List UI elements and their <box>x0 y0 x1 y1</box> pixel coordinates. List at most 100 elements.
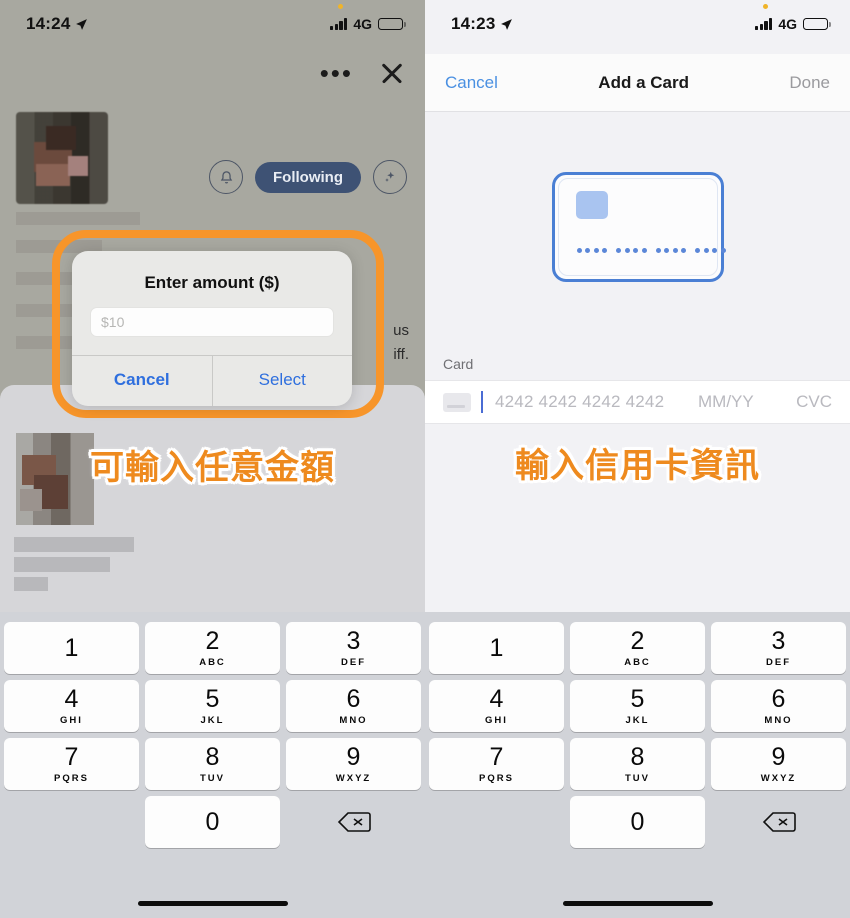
amount-input[interactable]: $10 <box>90 307 334 337</box>
key-letters: WXYZ <box>760 772 797 784</box>
backspace-icon[interactable] <box>711 796 846 848</box>
key-digit: 3 <box>346 626 361 655</box>
card-chip-icon <box>575 191 608 219</box>
key-1[interactable]: 1 <box>429 622 564 674</box>
key-digit: 8 <box>205 742 220 771</box>
signal-bars-icon <box>329 18 348 30</box>
key-5[interactable]: 5 JKL <box>145 680 280 732</box>
cancel-button[interactable]: Cancel <box>445 73 498 93</box>
numeric-keypad-right: 1 2 ABC 3 DEF 4 GHI 5 JKL 6 MNO 7 PQRS 8… <box>425 612 850 918</box>
status-bar-right-group: 4G <box>329 16 406 32</box>
key-digit: 8 <box>630 742 645 771</box>
left-phone-screen: 14:24 4G ••• us iff. Following Enter amo… <box>0 0 425 918</box>
key-2[interactable]: 2 ABC <box>145 622 280 674</box>
key-3[interactable]: 3 DEF <box>711 622 846 674</box>
keypad-row: 7 PQRS 8 TUV 9 WXYZ <box>4 738 421 790</box>
key-9[interactable]: 9 WXYZ <box>286 738 421 790</box>
blurred-text-line <box>14 537 134 552</box>
key-digit: 7 <box>64 742 79 771</box>
key-4[interactable]: 4 GHI <box>429 680 564 732</box>
card-cvc-input[interactable]: CVC <box>788 392 832 412</box>
keypad-row: 0 <box>429 796 846 848</box>
network-type-label: 4G <box>778 16 797 32</box>
key-digit: 0 <box>205 807 220 836</box>
backspace-glyph <box>337 810 371 834</box>
annotation-caption: 可輸入任意金額 <box>90 448 335 488</box>
key-digit: 7 <box>489 742 504 771</box>
keypad-row: 1 2 ABC 3 DEF <box>4 622 421 674</box>
key-digit: 5 <box>630 684 645 713</box>
done-button[interactable]: Done <box>789 73 830 93</box>
blurred-text-line <box>14 557 110 572</box>
profile-action-row: Following <box>209 160 407 194</box>
key-5[interactable]: 5 JKL <box>570 680 705 732</box>
signal-bars-icon <box>754 18 773 30</box>
key-3[interactable]: 3 DEF <box>286 622 421 674</box>
card-number-dots <box>576 248 726 253</box>
card-input-row[interactable]: 4242 4242 4242 4242 MM/YY CVC <box>425 380 850 424</box>
credit-card-illustration <box>551 172 726 282</box>
key-8[interactable]: 8 TUV <box>570 738 705 790</box>
key-6[interactable]: 6 MNO <box>286 680 421 732</box>
key-digit: 3 <box>771 626 786 655</box>
cancel-button[interactable]: Cancel <box>72 356 213 406</box>
key-letters: MNO <box>764 714 793 726</box>
key-letters: DEF <box>766 656 791 668</box>
navigation-bar: Cancel Add a Card Done <box>425 54 850 112</box>
key-letters: GHI <box>60 714 83 726</box>
close-icon[interactable] <box>379 60 405 86</box>
location-arrow-icon <box>500 18 513 31</box>
key-letters: TUV <box>200 772 225 784</box>
card-number-input[interactable]: 4242 4242 4242 4242 <box>495 392 688 412</box>
key-6[interactable]: 6 MNO <box>711 680 846 732</box>
key-letters: DEF <box>341 656 366 668</box>
key-letters: MNO <box>339 714 368 726</box>
key-digit: 0 <box>630 807 645 836</box>
dialog-input-wrapper: $10 <box>72 307 352 355</box>
key-9[interactable]: 9 WXYZ <box>711 738 846 790</box>
sparkle-icon[interactable] <box>373 160 407 194</box>
key-7[interactable]: 7 PQRS <box>429 738 564 790</box>
card-illustration-inner <box>557 178 726 276</box>
key-4[interactable]: 4 GHI <box>4 680 139 732</box>
blurred-text-line <box>16 212 140 225</box>
status-time: 14:23 <box>451 14 496 33</box>
more-options-button[interactable]: ••• <box>320 60 353 86</box>
blurred-text-line <box>14 577 48 591</box>
dialog-title: Enter amount ($) <box>144 273 280 292</box>
key-8[interactable]: 8 TUV <box>145 738 280 790</box>
backspace-glyph <box>762 810 796 834</box>
background-text-fragment: iff. <box>393 346 409 363</box>
key-letters: ABC <box>199 656 226 668</box>
key-blank <box>4 796 139 848</box>
numeric-keypad-left: 1 2 ABC 3 DEF 4 GHI 5 JKL 6 MNO 7 PQRS 8… <box>0 612 425 918</box>
keypad-row: 1 2 ABC 3 DEF <box>429 622 846 674</box>
key-letters: JKL <box>625 714 650 726</box>
key-7[interactable]: 7 PQRS <box>4 738 139 790</box>
key-0[interactable]: 0 <box>570 796 705 848</box>
battery-icon <box>803 17 831 31</box>
status-bar-left: 14:24 4G <box>0 0 425 42</box>
location-arrow-icon <box>75 18 88 31</box>
key-digit: 9 <box>346 742 361 771</box>
home-indicator <box>137 901 288 906</box>
key-letters: ABC <box>624 656 651 668</box>
key-0[interactable]: 0 <box>145 796 280 848</box>
key-letters: GHI <box>485 714 508 726</box>
bell-icon[interactable] <box>209 160 244 194</box>
credit-card-icon <box>443 392 471 412</box>
key-2[interactable]: 2 ABC <box>570 622 705 674</box>
text-cursor <box>481 391 483 413</box>
backspace-icon[interactable] <box>286 796 421 848</box>
key-letters: WXYZ <box>335 772 372 784</box>
key-1[interactable]: 1 <box>4 622 139 674</box>
annotation-caption: 輸入信用卡資訊 <box>515 446 760 486</box>
battery-icon <box>378 17 406 31</box>
key-digit: 9 <box>771 742 786 771</box>
keypad-row: 7 PQRS 8 TUV 9 WXYZ <box>429 738 846 790</box>
select-button[interactable]: Select <box>213 356 353 406</box>
status-bar-left-group: 14:24 <box>26 14 88 34</box>
following-button[interactable]: Following <box>255 161 361 193</box>
keypad-row: 0 <box>4 796 421 848</box>
card-expiry-input[interactable]: MM/YY <box>698 392 778 412</box>
